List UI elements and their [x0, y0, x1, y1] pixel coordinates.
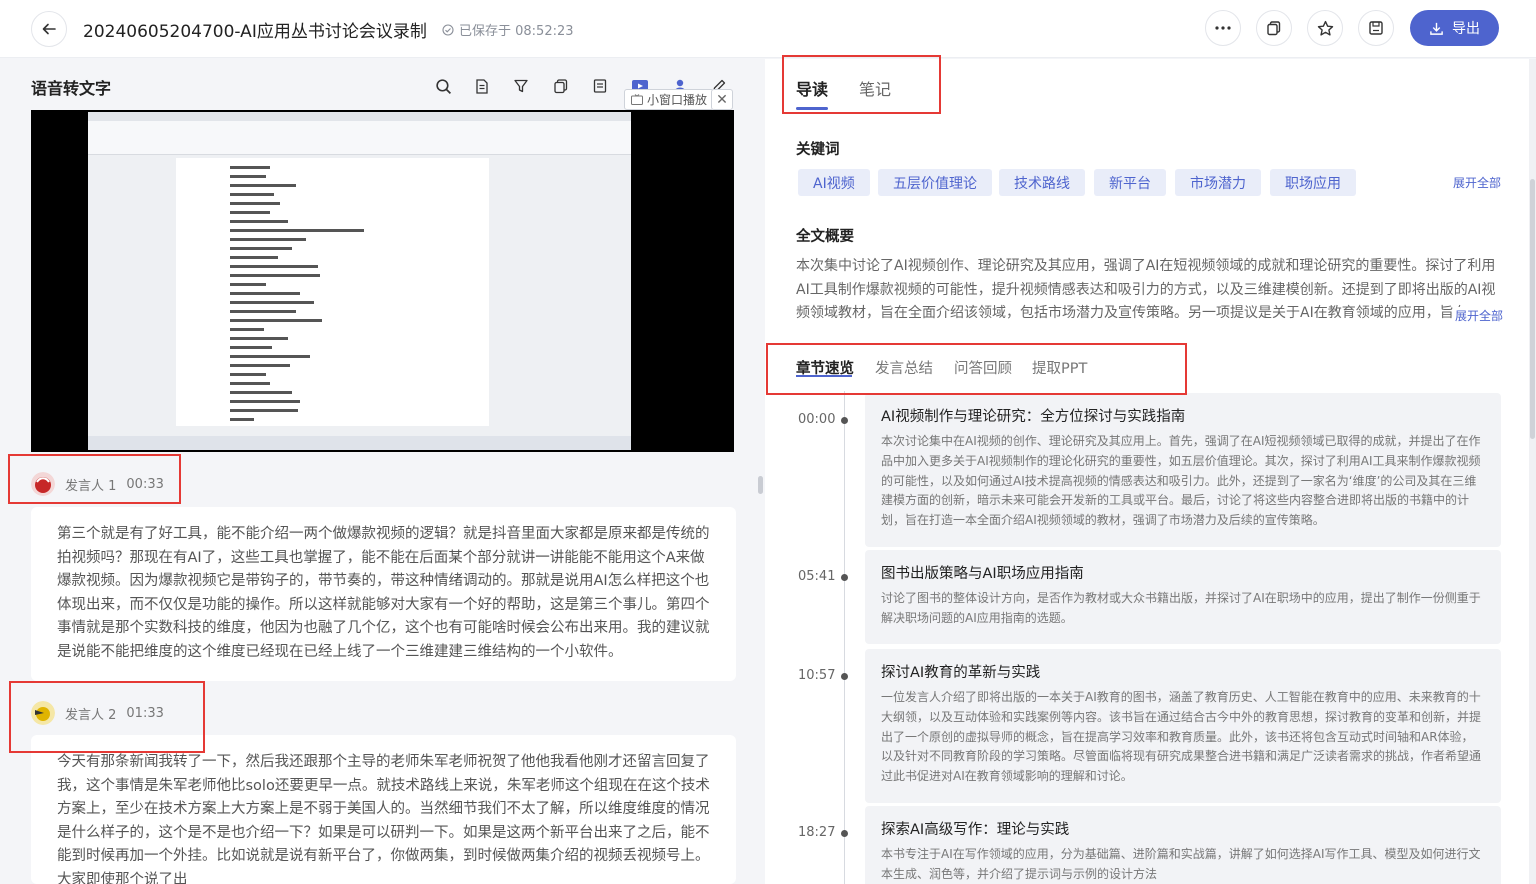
save-status-text: 已保存于 08:52:23: [459, 24, 574, 39]
tab-notes[interactable]: 笔记: [859, 76, 891, 100]
summary-heading: 全文概要: [796, 229, 854, 245]
export-label: 导出: [1452, 21, 1480, 37]
transcript-paragraph[interactable]: 今天有那条新闻我转了一下，然后我还跟那个主导的老师朱军老师祝贺了他他我看他刚才还…: [31, 735, 736, 884]
panel-heading: 语音转文字: [31, 79, 112, 98]
top-bar: 20240605204700-AI应用丛书讨论会议录制 已保存于 08:52:2…: [0, 0, 1536, 58]
mini-window-play-button[interactable]: 小窗口播放: [624, 89, 715, 110]
right-scrollbar[interactable]: [1529, 59, 1536, 884]
chapter-card[interactable]: 探索AI高级写作：理论与实践 本书专注于AI在写作领域的应用，分为基础篇、进阶篇…: [865, 806, 1501, 884]
active-subtab-indicator: [796, 375, 852, 377]
filter-icon: [514, 79, 528, 93]
tab-guide[interactable]: 导读: [796, 76, 828, 100]
copy-tool[interactable]: [551, 76, 571, 96]
subtab-extract-ppt[interactable]: 提取PPT: [1032, 357, 1087, 378]
timeline-dot: [841, 830, 848, 837]
favorite-button[interactable]: [1307, 10, 1343, 46]
document-tool[interactable]: [472, 76, 492, 96]
chapter-time[interactable]: 10:57: [798, 668, 835, 683]
save-status: 已保存于 08:52:23: [442, 20, 574, 39]
chapter-time[interactable]: 05:41: [798, 569, 835, 584]
video-player[interactable]: [31, 110, 734, 452]
keyword-chip[interactable]: 技术路线: [999, 169, 1085, 196]
speaker-header: 发言人 1 00:33: [31, 472, 164, 496]
more-button[interactable]: [1205, 10, 1241, 46]
tv-icon: [631, 94, 643, 105]
search-tool[interactable]: [433, 76, 453, 96]
active-tab-indicator: [796, 107, 828, 110]
speaker-header: 发言人 2 01:33: [31, 701, 164, 725]
avatar: [31, 472, 55, 496]
summary-text: 本次集中讨论了AI视频创作、理论研究及其应用，强调了AI在短视频领域的成就和理论…: [796, 255, 1504, 327]
filter-tool[interactable]: [511, 76, 531, 96]
export-doc-icon: [593, 79, 607, 93]
chapter-title: AI视频制作与理论研究：全方位探讨与实践指南: [881, 409, 1186, 425]
transcript-panel: 语音转文字 小窗口播放 ✕ 发言人 1 00:33 第三个就是有了好工具，能不能…: [0, 59, 764, 884]
timeline-dot: [841, 574, 848, 581]
save-button[interactable]: [1358, 10, 1394, 46]
avatar: [31, 701, 55, 725]
timeline-dot: [841, 673, 848, 680]
subtab-speaker-summary[interactable]: 发言总结: [875, 357, 933, 378]
check-circle-icon: [442, 23, 454, 36]
mini-window-close-button[interactable]: ✕: [711, 89, 733, 110]
copy-button[interactable]: [1256, 10, 1292, 46]
copy-icon: [1267, 21, 1281, 36]
keywords-heading: 关键词: [796, 142, 840, 158]
download-icon: [1430, 22, 1443, 35]
subtab-qa-review[interactable]: 问答回顾: [954, 357, 1012, 378]
chapter-time[interactable]: 18:27: [798, 825, 835, 840]
timeline-dot: [841, 417, 848, 424]
summary-body: 本次集中讨论了AI视频创作、理论研究及其应用，强调了AI在短视频领域的成就和理论…: [796, 258, 1496, 321]
mini-play-label: 小窗口播放: [647, 93, 708, 107]
keyword-chip[interactable]: 市场潜力: [1175, 169, 1261, 196]
chapter-card[interactable]: AI视频制作与理论研究：全方位探讨与实践指南 本次讨论集中在AI视频的创作、理论…: [865, 393, 1501, 547]
summary-expand-link[interactable]: 展开全部: [1453, 307, 1504, 324]
speaker-time[interactable]: 01:33: [126, 706, 163, 721]
chapter-time[interactable]: 00:00: [798, 412, 835, 427]
chapter-body: 本次讨论集中在AI视频的创作、理论研究及其应用上。首先，强调了在AI短视频领域已…: [881, 434, 1481, 528]
export-text-tool[interactable]: [590, 76, 610, 96]
chapter-timeline: 00:00 AI视频制作与理论研究：全方位探讨与实践指南 本次讨论集中在AI视频…: [765, 391, 1529, 884]
video-frame: [88, 112, 631, 450]
document-icon: [476, 78, 488, 94]
video-document-preview: [176, 158, 489, 426]
keyword-chip[interactable]: 五层价值理论: [878, 169, 992, 196]
speaker-time[interactable]: 00:33: [126, 477, 163, 492]
arrow-left-icon: [42, 23, 56, 35]
chapter-card[interactable]: 图书出版策略与AI职场应用指南 讨论了图书的整体设计方向，是否作为教材或大众书籍…: [865, 550, 1501, 644]
keyword-chip[interactable]: AI视频: [798, 169, 870, 196]
document-title[interactable]: 20240605204700-AI应用丛书讨论会议录制: [83, 17, 427, 42]
keyword-chip[interactable]: 职场应用: [1270, 169, 1356, 196]
keywords-expand-link[interactable]: 展开全部: [1453, 174, 1501, 191]
transcript-paragraph[interactable]: 第三个就是有了好工具，能不能介绍一两个做爆款视频的逻辑？就是抖音里面大家都是原来…: [31, 507, 736, 681]
export-button[interactable]: 导出: [1410, 10, 1499, 46]
chapter-card[interactable]: 探讨AI教育的革新与实践 一位发言人介绍了即将出版的一本关于AI教育的图书，涵盖…: [865, 649, 1501, 803]
speaker-name: 发言人 2: [65, 707, 117, 723]
keyword-chip[interactable]: 新平台: [1094, 169, 1166, 196]
more-icon: [1215, 26, 1231, 30]
save-icon: [1369, 21, 1383, 35]
search-icon: [435, 78, 451, 94]
speaker-name: 发言人 1: [65, 478, 117, 494]
guide-panel: 导读 笔记 关键词 AI视频 五层价值理论 技术路线 新平台 市场潜力 职场应用…: [765, 59, 1529, 884]
chapter-title: 图书出版策略与AI职场应用指南: [881, 566, 1084, 582]
chapter-title: 探索AI高级写作：理论与实践: [881, 822, 1070, 838]
panel-resize-handle[interactable]: [758, 476, 763, 494]
back-button[interactable]: [31, 11, 67, 47]
chapter-title: 探讨AI教育的革新与实践: [881, 665, 1041, 681]
scrollbar-thumb[interactable]: [1530, 179, 1535, 439]
timeline-line: [844, 391, 845, 884]
chapter-body: 一位发言人介绍了即将出版的一本关于AI教育的图书，涵盖了教育历史、人工智能在教育…: [881, 690, 1482, 784]
copy-icon: [554, 79, 568, 94]
star-icon: [1317, 20, 1333, 36]
chapter-body: 本书专注于AI在写作领域的应用，分为基础篇、进阶篇和实战篇，讲解了如何选择AI写…: [881, 847, 1481, 881]
chapter-body: 讨论了图书的整体设计方向，是否作为教材或大众书籍出版，并探讨了AI在职场中的应用…: [881, 591, 1481, 625]
